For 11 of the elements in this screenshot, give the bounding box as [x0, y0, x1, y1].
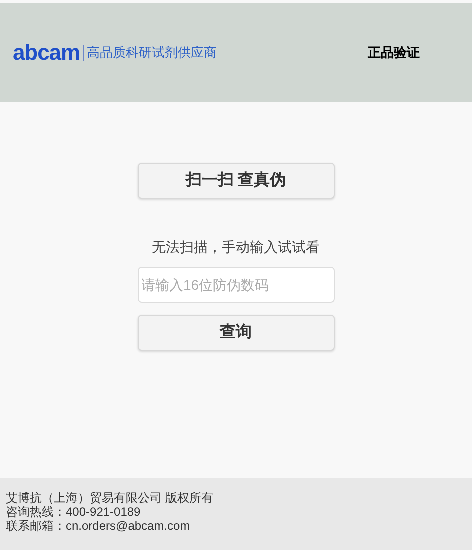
footer-text: 艾博抗（上海）贸易有限公司 版权所有: [6, 491, 214, 505]
hint-text: 无法扫描，手动输入试试看: [152, 238, 320, 257]
logo-divider: [82, 44, 84, 60]
tagline: 高品质科研试剂供应商: [86, 44, 217, 62]
query-button[interactable]: 查询: [138, 315, 334, 351]
scan-button[interactable]: 扫一扫 查真伪: [138, 163, 334, 199]
code-input[interactable]: 请输入16位防伪数码: [138, 267, 334, 303]
page-title: 正品验证: [368, 44, 420, 62]
footer-text: 咨询热线：400-921-0189: [6, 505, 142, 519]
footer-text: 联系邮箱：cn.orders@abcam.com: [6, 519, 192, 533]
logo: abcam: [13, 42, 80, 64]
